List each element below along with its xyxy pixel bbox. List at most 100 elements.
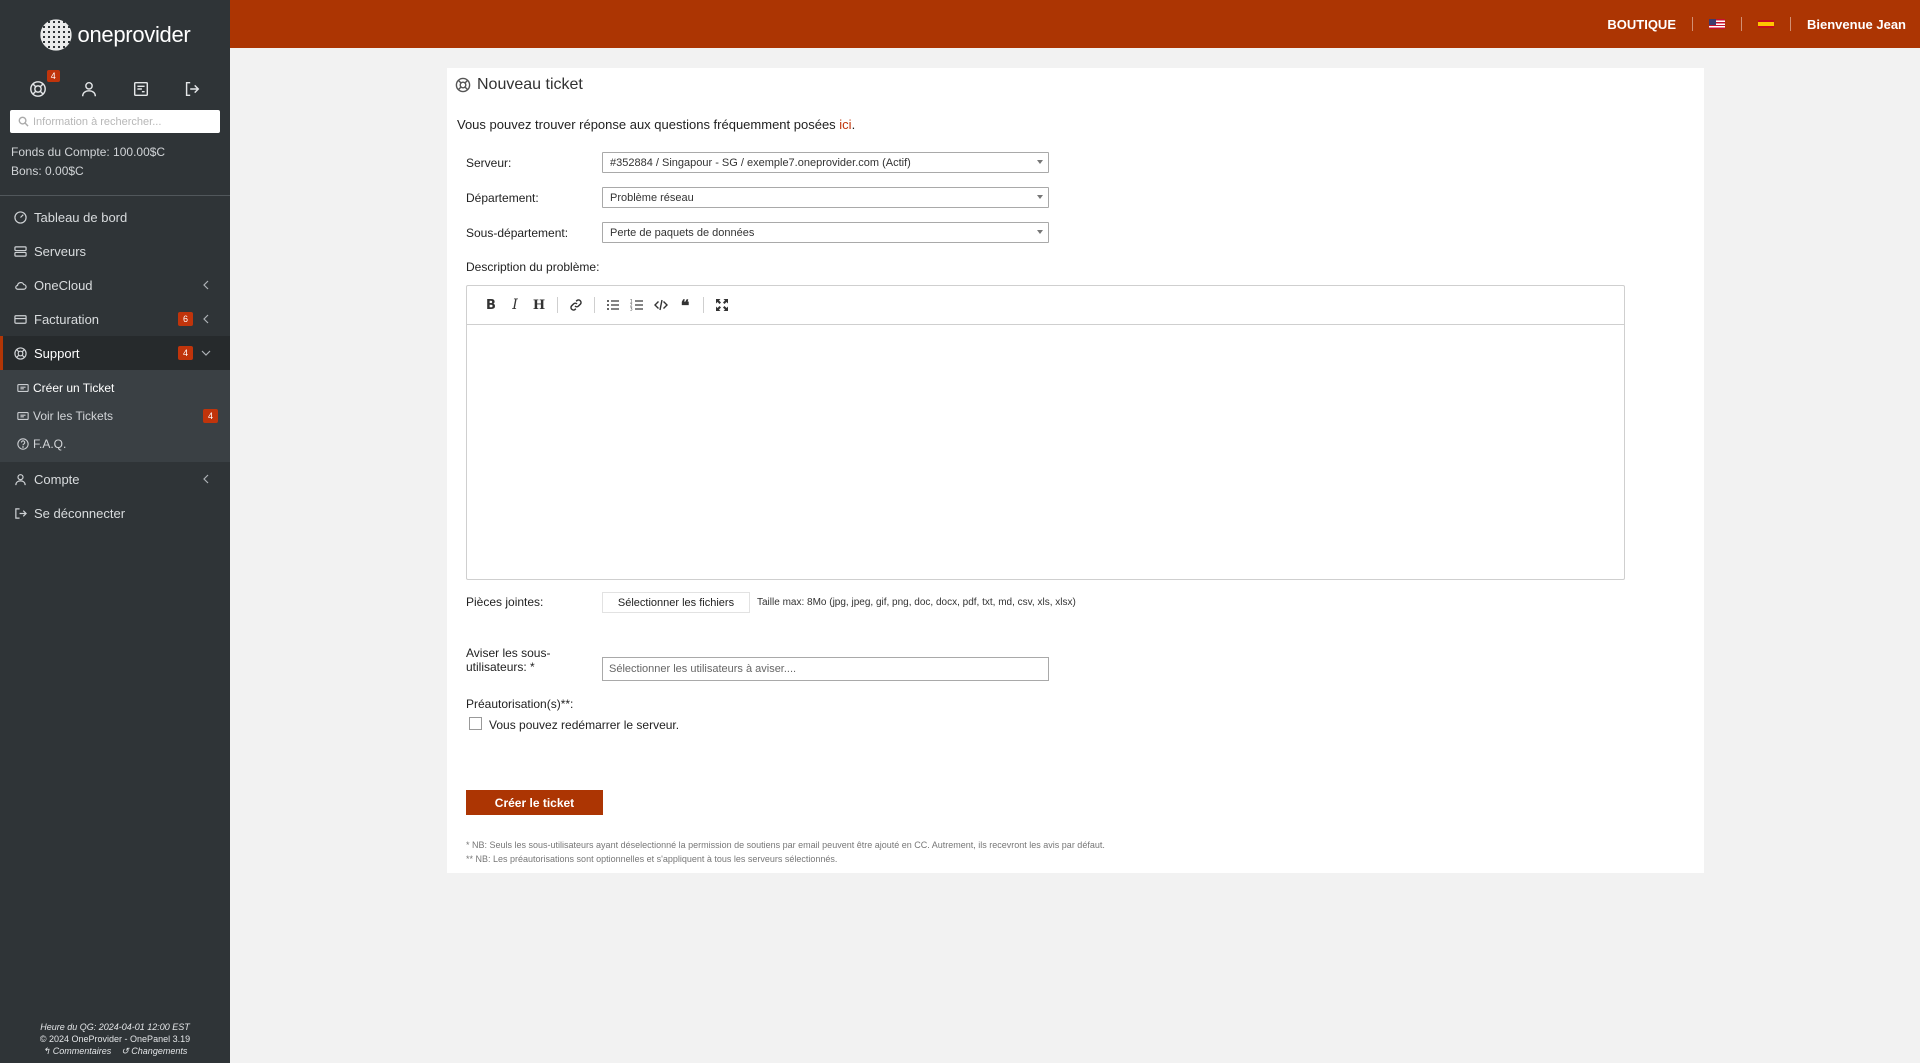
notify-label: Aviser les sous- utilisateurs: * bbox=[466, 646, 550, 674]
sidebar-subitem-create-ticket[interactable]: Créer un Ticket bbox=[0, 374, 230, 402]
logout-icon bbox=[15, 507, 27, 519]
brand-logo[interactable]: oneprovider bbox=[0, 0, 230, 68]
support-badge: 4 bbox=[46, 70, 60, 82]
account-balance: Fonds du Compte: 100.00$C Bons: 0.00$C bbox=[0, 133, 230, 195]
sidebar-item-logout[interactable]: Se déconnecter bbox=[0, 496, 230, 530]
department-select[interactable]: Problème réseau bbox=[602, 187, 1049, 208]
flag-es-icon[interactable] bbox=[1758, 20, 1774, 28]
italic-button[interactable]: I bbox=[503, 293, 527, 317]
copyright: © 2024 OneProvider - OnePanel 3.19 bbox=[39, 1034, 191, 1044]
sidebar-search bbox=[10, 110, 220, 133]
fullscreen-button[interactable] bbox=[710, 293, 734, 317]
faq-text: Vous pouvez trouver réponse aux question… bbox=[457, 117, 840, 132]
link-icon bbox=[570, 299, 582, 311]
link-button[interactable] bbox=[564, 293, 588, 317]
heading-button[interactable]: H bbox=[527, 293, 551, 317]
footnote-1: * NB: Seuls les sous-utilisateurs ayant … bbox=[466, 840, 1105, 850]
ticket-icon bbox=[17, 384, 29, 392]
italic-icon: I bbox=[512, 297, 518, 313]
lifebuoy-icon bbox=[14, 346, 27, 360]
top-bar: BOUTIQUE Bienvenue Jean bbox=[230, 0, 1920, 48]
notify-label-line2: utilisateurs: * bbox=[466, 660, 535, 674]
fullscreen-icon bbox=[716, 299, 728, 311]
account-funds: Fonds du Compte: 100.00$C bbox=[11, 145, 166, 159]
server-label: Serveur: bbox=[466, 156, 512, 170]
caret-down-icon bbox=[1037, 195, 1043, 199]
changes-label: Changements bbox=[131, 1046, 188, 1056]
faq-notice: Vous pouvez trouver réponse aux question… bbox=[457, 117, 855, 132]
lifebuoy-icon bbox=[455, 77, 471, 93]
comments-label: Commentaires bbox=[52, 1046, 112, 1056]
topbar-separator bbox=[1741, 17, 1742, 31]
sidebar-item-servers[interactable]: Serveurs bbox=[0, 234, 230, 268]
sidebar-subitem-label: F.A.Q. bbox=[33, 437, 67, 451]
caret-down-icon bbox=[1037, 230, 1043, 234]
server-select[interactable]: #352884 / Singapour - SG / exemple7.onep… bbox=[602, 152, 1049, 173]
bold-icon: B bbox=[486, 297, 496, 313]
sidebar-subitem-view-tickets[interactable]: Voir les Tickets 4 bbox=[0, 402, 230, 430]
sidebar-item-dashboard[interactable]: Tableau de bord bbox=[0, 200, 230, 234]
flag-us-icon[interactable] bbox=[1709, 19, 1725, 29]
select-files-button[interactable]: Sélectionner les fichiers bbox=[602, 592, 750, 613]
sidebar-subitem-label: Voir les Tickets bbox=[33, 409, 114, 423]
quote-icon: ❝ bbox=[680, 295, 690, 315]
create-ticket-button[interactable]: Créer le ticket bbox=[466, 790, 603, 815]
sidebar-item-label: Support bbox=[34, 345, 80, 361]
server-select-value: #352884 / Singapour - SG / exemple7.onep… bbox=[610, 156, 911, 169]
bullet-list-button[interactable] bbox=[601, 293, 625, 317]
code-icon bbox=[654, 299, 668, 311]
department-label: Département: bbox=[466, 191, 539, 205]
chevron-down-icon bbox=[201, 350, 211, 356]
topbar-separator bbox=[1692, 17, 1693, 31]
search-input[interactable] bbox=[33, 115, 203, 128]
subdepartment-select[interactable]: Perte de paquets de données bbox=[602, 222, 1049, 243]
account-vouchers: Bons: 0.00$C bbox=[11, 164, 84, 178]
sidebar-subitem-faq[interactable]: F.A.Q. bbox=[0, 430, 230, 458]
code-button[interactable] bbox=[649, 293, 673, 317]
sidebar-item-onecloud[interactable]: OneCloud bbox=[0, 268, 230, 302]
footnote-2: ** NB: Les préautorisations sont optionn… bbox=[466, 854, 838, 864]
sidebar-subitem-label: Créer un Ticket bbox=[33, 381, 115, 395]
attachments-hint: Taille max: 8Mo (jpg, jpeg, gif, png, do… bbox=[757, 597, 1076, 608]
dashboard-gauge-icon bbox=[14, 210, 27, 224]
sidebar-item-label: Se déconnecter bbox=[34, 505, 126, 521]
user-icon bbox=[15, 473, 26, 485]
welcome-user[interactable]: Bienvenue Jean bbox=[1807, 17, 1906, 32]
description-editor: B I H 123 ❝ bbox=[466, 285, 1625, 580]
user-icon[interactable] bbox=[78, 78, 100, 100]
new-ticket-card: Nouveau ticket Vous pouvez trouver répon… bbox=[447, 68, 1704, 873]
sidebar-item-billing[interactable]: Facturation 6 bbox=[0, 302, 230, 336]
editor-toolbar: B I H 123 ❝ bbox=[467, 286, 1624, 325]
restart-server-label[interactable]: Vous pouvez redémarrer le serveur. bbox=[489, 718, 679, 732]
logout-icon[interactable] bbox=[181, 78, 203, 100]
comments-link[interactable]: ↰ Commentaires bbox=[43, 1045, 112, 1057]
faq-end: . bbox=[851, 117, 856, 132]
hq-time: Heure du QG: 2024-04-01 12:00 EST bbox=[40, 1022, 190, 1032]
restart-server-checkbox[interactable] bbox=[469, 717, 482, 730]
support-lifebuoy-icon[interactable]: 4 bbox=[27, 70, 60, 100]
notify-label-line1: Aviser les sous- bbox=[466, 646, 551, 660]
quote-button[interactable]: ❝ bbox=[673, 293, 697, 317]
toolbar-separator bbox=[703, 297, 704, 313]
shop-link[interactable]: BOUTIQUE bbox=[1607, 17, 1676, 32]
ticket-icon bbox=[17, 412, 29, 420]
page-title: Nouveau ticket bbox=[455, 76, 583, 94]
changes-link[interactable]: ↺ Changements bbox=[121, 1045, 187, 1057]
editor-text-area[interactable] bbox=[467, 325, 1624, 579]
numbered-list-button[interactable]: 123 bbox=[625, 293, 649, 317]
billing-count-badge: 6 bbox=[177, 312, 193, 326]
sidebar-footer: Heure du QG: 2024-04-01 12:00 EST © 2024… bbox=[0, 1021, 230, 1057]
notify-users-input[interactable] bbox=[602, 657, 1049, 681]
subdepartment-select-value: Perte de paquets de données bbox=[610, 226, 755, 239]
sidebar-item-account[interactable]: Compte bbox=[0, 462, 230, 496]
cloud-icon bbox=[15, 281, 27, 290]
faq-link[interactable]: ici bbox=[839, 117, 851, 132]
support-submenu: Créer un Ticket Voir les Tickets 4 F.A.Q… bbox=[0, 370, 230, 462]
credit-card-icon bbox=[14, 314, 27, 324]
numbered-list-icon: 123 bbox=[630, 299, 643, 312]
invoice-icon[interactable] bbox=[130, 78, 152, 100]
svg-text:3: 3 bbox=[630, 307, 633, 312]
sidebar-item-support[interactable]: Support 4 bbox=[0, 336, 230, 370]
page-title-text: Nouveau ticket bbox=[477, 76, 583, 93]
bold-button[interactable]: B bbox=[479, 293, 503, 317]
